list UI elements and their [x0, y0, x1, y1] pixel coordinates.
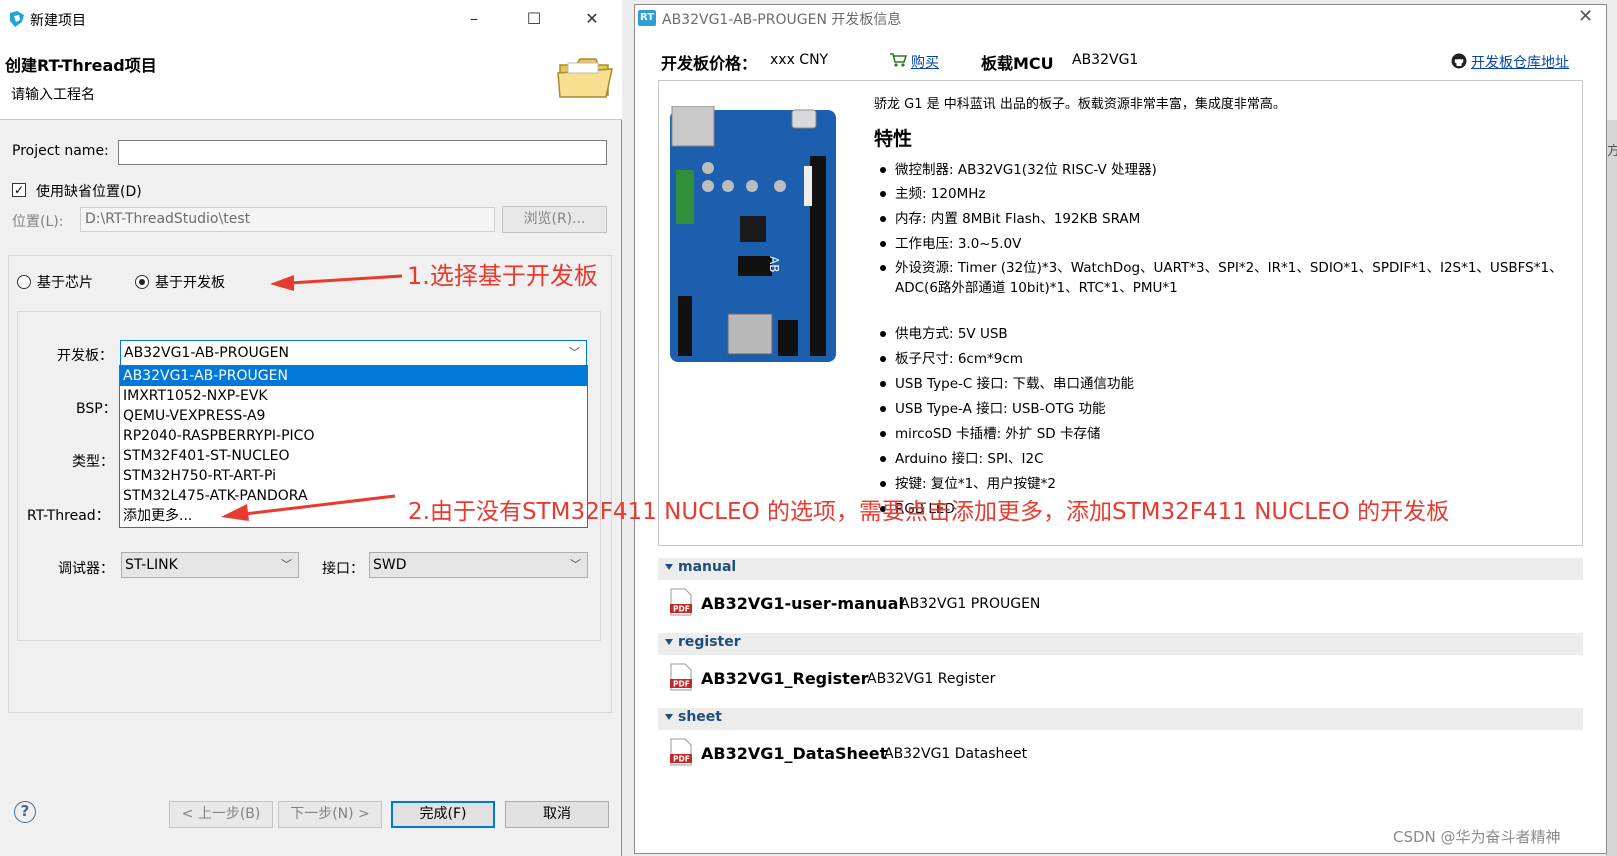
- svg-text:PDF: PDF: [673, 680, 690, 689]
- radio-chip-label: 基于芯片: [37, 275, 93, 291]
- chevron-down-icon: ﹀: [569, 346, 580, 359]
- board-option[interactable]: STM32H750-RT-ART-Pi: [120, 466, 587, 486]
- board-select[interactable]: AB32VG1-AB-PROUGEN ﹀: [120, 340, 587, 366]
- interface-select[interactable]: SWD ﹀: [369, 552, 588, 578]
- mcu-label: 板载MCU: [981, 54, 1054, 73]
- maximize-button[interactable]: ☐: [520, 6, 548, 32]
- board-select-value: AB32VG1-AB-PROUGEN: [124, 345, 289, 361]
- radio-chip[interactable]: [17, 275, 31, 289]
- minimize-button[interactable]: –: [460, 6, 488, 32]
- pdf-icon: PDF: [670, 738, 692, 766]
- bsp-label: BSP：: [76, 401, 117, 417]
- wizard-header: [0, 38, 622, 120]
- debugger-select-value: ST-LINK: [125, 557, 178, 573]
- board-photo: AB: [670, 106, 836, 362]
- next-button[interactable]: 下一步(N) >: [278, 801, 382, 828]
- doc-desc: AB32VG1 PROUGEN: [900, 596, 1041, 612]
- browse-button[interactable]: 浏览(R)...: [502, 206, 607, 233]
- background-text: 方: [1607, 144, 1617, 159]
- board-option[interactable]: IMXRT1052-NXP-EVK: [120, 386, 587, 406]
- board-option[interactable]: STM32F401-ST-NUCLEO: [120, 446, 587, 466]
- doc-desc: AB32VG1 Datasheet: [884, 746, 1028, 762]
- cancel-button[interactable]: 取消: [505, 801, 609, 828]
- board-info-window-title: AB32VG1-AB-PROUGEN 开发板信息: [662, 12, 902, 28]
- watermark: CSDN @华为奋斗者精神: [1393, 828, 1561, 846]
- doc-link-datasheet[interactable]: AB32VG1_DataSheet: [701, 744, 887, 763]
- board-repo-link[interactable]: 开发板仓库地址: [1471, 52, 1569, 72]
- annotation-arrow-2: [221, 494, 396, 521]
- interface-select-value: SWD: [373, 557, 407, 573]
- wizard-header-subtitle: 请输入工程名: [11, 87, 95, 103]
- mcu-value: AB32VG1: [1072, 52, 1139, 68]
- pdf-icon: PDF: [670, 663, 692, 691]
- folder-icon: [557, 58, 613, 98]
- expand-triangle-icon: [665, 639, 673, 645]
- rt-studio-app-icon: [10, 11, 24, 27]
- chevron-down-icon: ﹀: [281, 558, 292, 571]
- chevron-down-icon: ﹀: [570, 558, 581, 571]
- section-header-manual[interactable]: manual: [658, 558, 1583, 580]
- debugger-select[interactable]: ST-LINK ﹀: [121, 552, 299, 578]
- annotation-step2: 2.由于没有STM32F411 NUCLEO 的选项，需要点击添加更多，添加ST…: [408, 499, 1450, 525]
- buy-link[interactable]: 购买: [911, 52, 939, 72]
- cart-icon: [890, 53, 907, 67]
- price-value: xxx CNY: [770, 52, 829, 68]
- background-window-edge: [1606, 120, 1617, 856]
- price-label: 开发板价格：: [661, 54, 758, 73]
- back-button[interactable]: < 上一步(B): [169, 801, 273, 828]
- radio-board[interactable]: [135, 275, 149, 289]
- features-heading: 特性: [874, 128, 913, 150]
- svg-text:AB: AB: [767, 256, 781, 272]
- new-project-window-title: 新建项目: [30, 13, 86, 29]
- location-label: 位置(L):: [12, 214, 64, 230]
- doc-desc: AB32VG1 Register: [867, 671, 996, 687]
- svg-text:PDF: PDF: [673, 605, 690, 614]
- type-label: 类型：: [72, 454, 114, 470]
- board-intro-text: 骄龙 G1 是 中科蓝讯 出品的板子。板载资源非常丰富，集成度非常高。: [874, 97, 1286, 112]
- svg-text:PDF: PDF: [673, 755, 690, 764]
- annotation-step1: 1.选择基于开发板: [407, 262, 598, 290]
- radio-board-label: 基于开发板: [155, 275, 225, 291]
- rtthread-version-label: RT-Thread：: [27, 508, 110, 524]
- close-button[interactable]: ✕: [578, 6, 606, 32]
- debugger-label: 调试器：: [58, 561, 114, 577]
- pdf-icon: PDF: [670, 588, 692, 616]
- finish-button[interactable]: 完成(F): [391, 801, 495, 828]
- project-name-input[interactable]: [118, 140, 607, 165]
- section-header-register[interactable]: register: [658, 633, 1583, 655]
- help-icon[interactable]: ?: [14, 801, 36, 823]
- interface-label: 接口：: [322, 561, 364, 577]
- board-label: 开发板：: [57, 348, 113, 364]
- use-default-location-label: 使用缺省位置(D): [36, 184, 142, 200]
- project-name-label: Project name:: [12, 143, 109, 159]
- expand-triangle-icon: [665, 714, 673, 720]
- github-icon: [1451, 53, 1467, 69]
- board-info-close-button[interactable]: ✕: [1578, 6, 1593, 27]
- expand-triangle-icon: [665, 564, 673, 570]
- annotation-arrow-1: [270, 274, 403, 291]
- board-option[interactable]: RP2040-RASPBERRYPI-PICO: [120, 426, 587, 446]
- board-option[interactable]: AB32VG1-AB-PROUGEN: [120, 366, 587, 386]
- rt-app-icon: RT: [638, 10, 656, 26]
- wizard-header-title: 创建RT-Thread项目: [5, 56, 157, 75]
- use-default-location-checkbox[interactable]: ✓: [12, 183, 26, 197]
- location-input[interactable]: D:\RT-ThreadStudio\test: [80, 207, 495, 232]
- section-header-sheet[interactable]: sheet: [658, 708, 1583, 730]
- doc-link-user-manual[interactable]: AB32VG1-user-manual: [701, 594, 904, 613]
- doc-link-register[interactable]: AB32VG1_Register: [701, 669, 869, 688]
- board-option[interactable]: QEMU-VEXPRESS-A9: [120, 406, 587, 426]
